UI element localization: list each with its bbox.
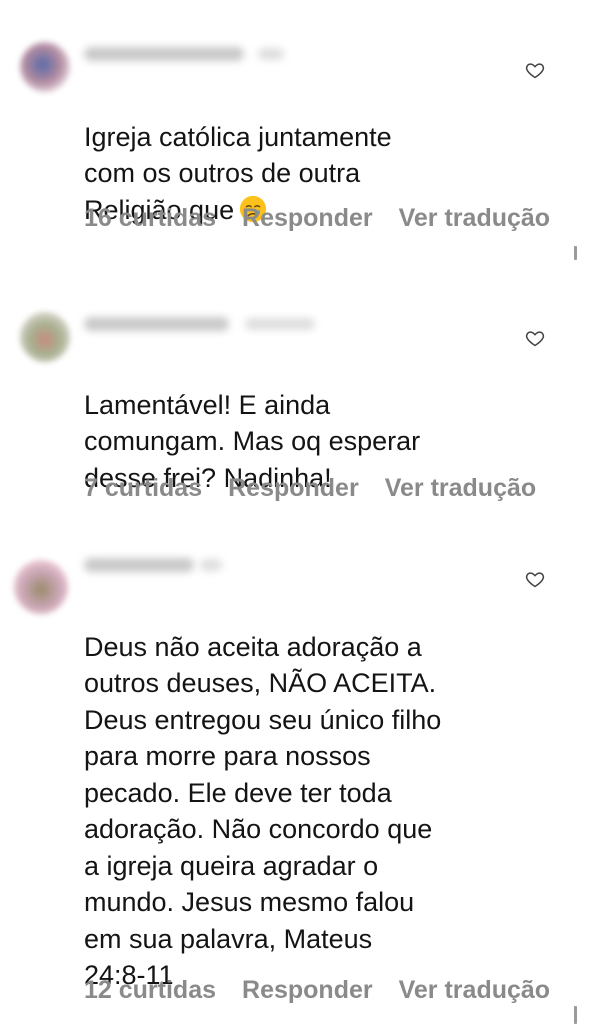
likes-count[interactable]: 7 curtidas — [84, 474, 202, 502]
comment-2: Lamentável! E ainda comungam. Mas oq esp… — [0, 270, 599, 530]
timestamp-blurred — [258, 48, 284, 60]
scroll-indicator — [574, 1006, 577, 1024]
comment-text-content: Deus não aceita adoração a outros deuses… — [84, 631, 442, 991]
comment-text: Deus não aceita adoração a outros deuses… — [84, 592, 524, 994]
translate-button[interactable]: Ver tradução — [399, 204, 550, 232]
timestamp-blurred — [245, 318, 315, 330]
comment-1: Igreja católica juntamente com os outros… — [0, 0, 599, 270]
heart-icon[interactable] — [525, 60, 545, 80]
reply-button[interactable]: Responder — [242, 204, 373, 232]
comment-meta: 12 curtidas Responder Ver tradução — [84, 976, 576, 1005]
heart-icon[interactable] — [525, 569, 545, 589]
translate-button[interactable]: Ver tradução — [385, 474, 536, 502]
timestamp-blurred — [200, 559, 222, 571]
likes-count[interactable]: 12 curtidas — [84, 976, 216, 1004]
avatar[interactable] — [14, 560, 68, 614]
comment-3: Deus não aceita adoração a outros deuses… — [0, 530, 599, 1024]
likes-count[interactable]: 16 curtidas — [84, 204, 216, 232]
username-blurred[interactable] — [84, 558, 194, 572]
reply-button[interactable]: Responder — [228, 474, 359, 502]
comment-meta: 16 curtidas Responder Ver tradução — [84, 204, 576, 233]
scroll-indicator — [574, 246, 577, 260]
avatar[interactable] — [20, 42, 70, 92]
heart-icon[interactable] — [525, 328, 545, 348]
reply-button[interactable]: Responder — [242, 976, 373, 1004]
avatar[interactable] — [20, 312, 70, 362]
translate-button[interactable]: Ver tradução — [399, 976, 550, 1004]
username-blurred[interactable] — [84, 317, 229, 331]
username-blurred[interactable] — [84, 47, 244, 61]
comment-meta: 7 curtidas Responder Ver tradução — [84, 474, 562, 503]
